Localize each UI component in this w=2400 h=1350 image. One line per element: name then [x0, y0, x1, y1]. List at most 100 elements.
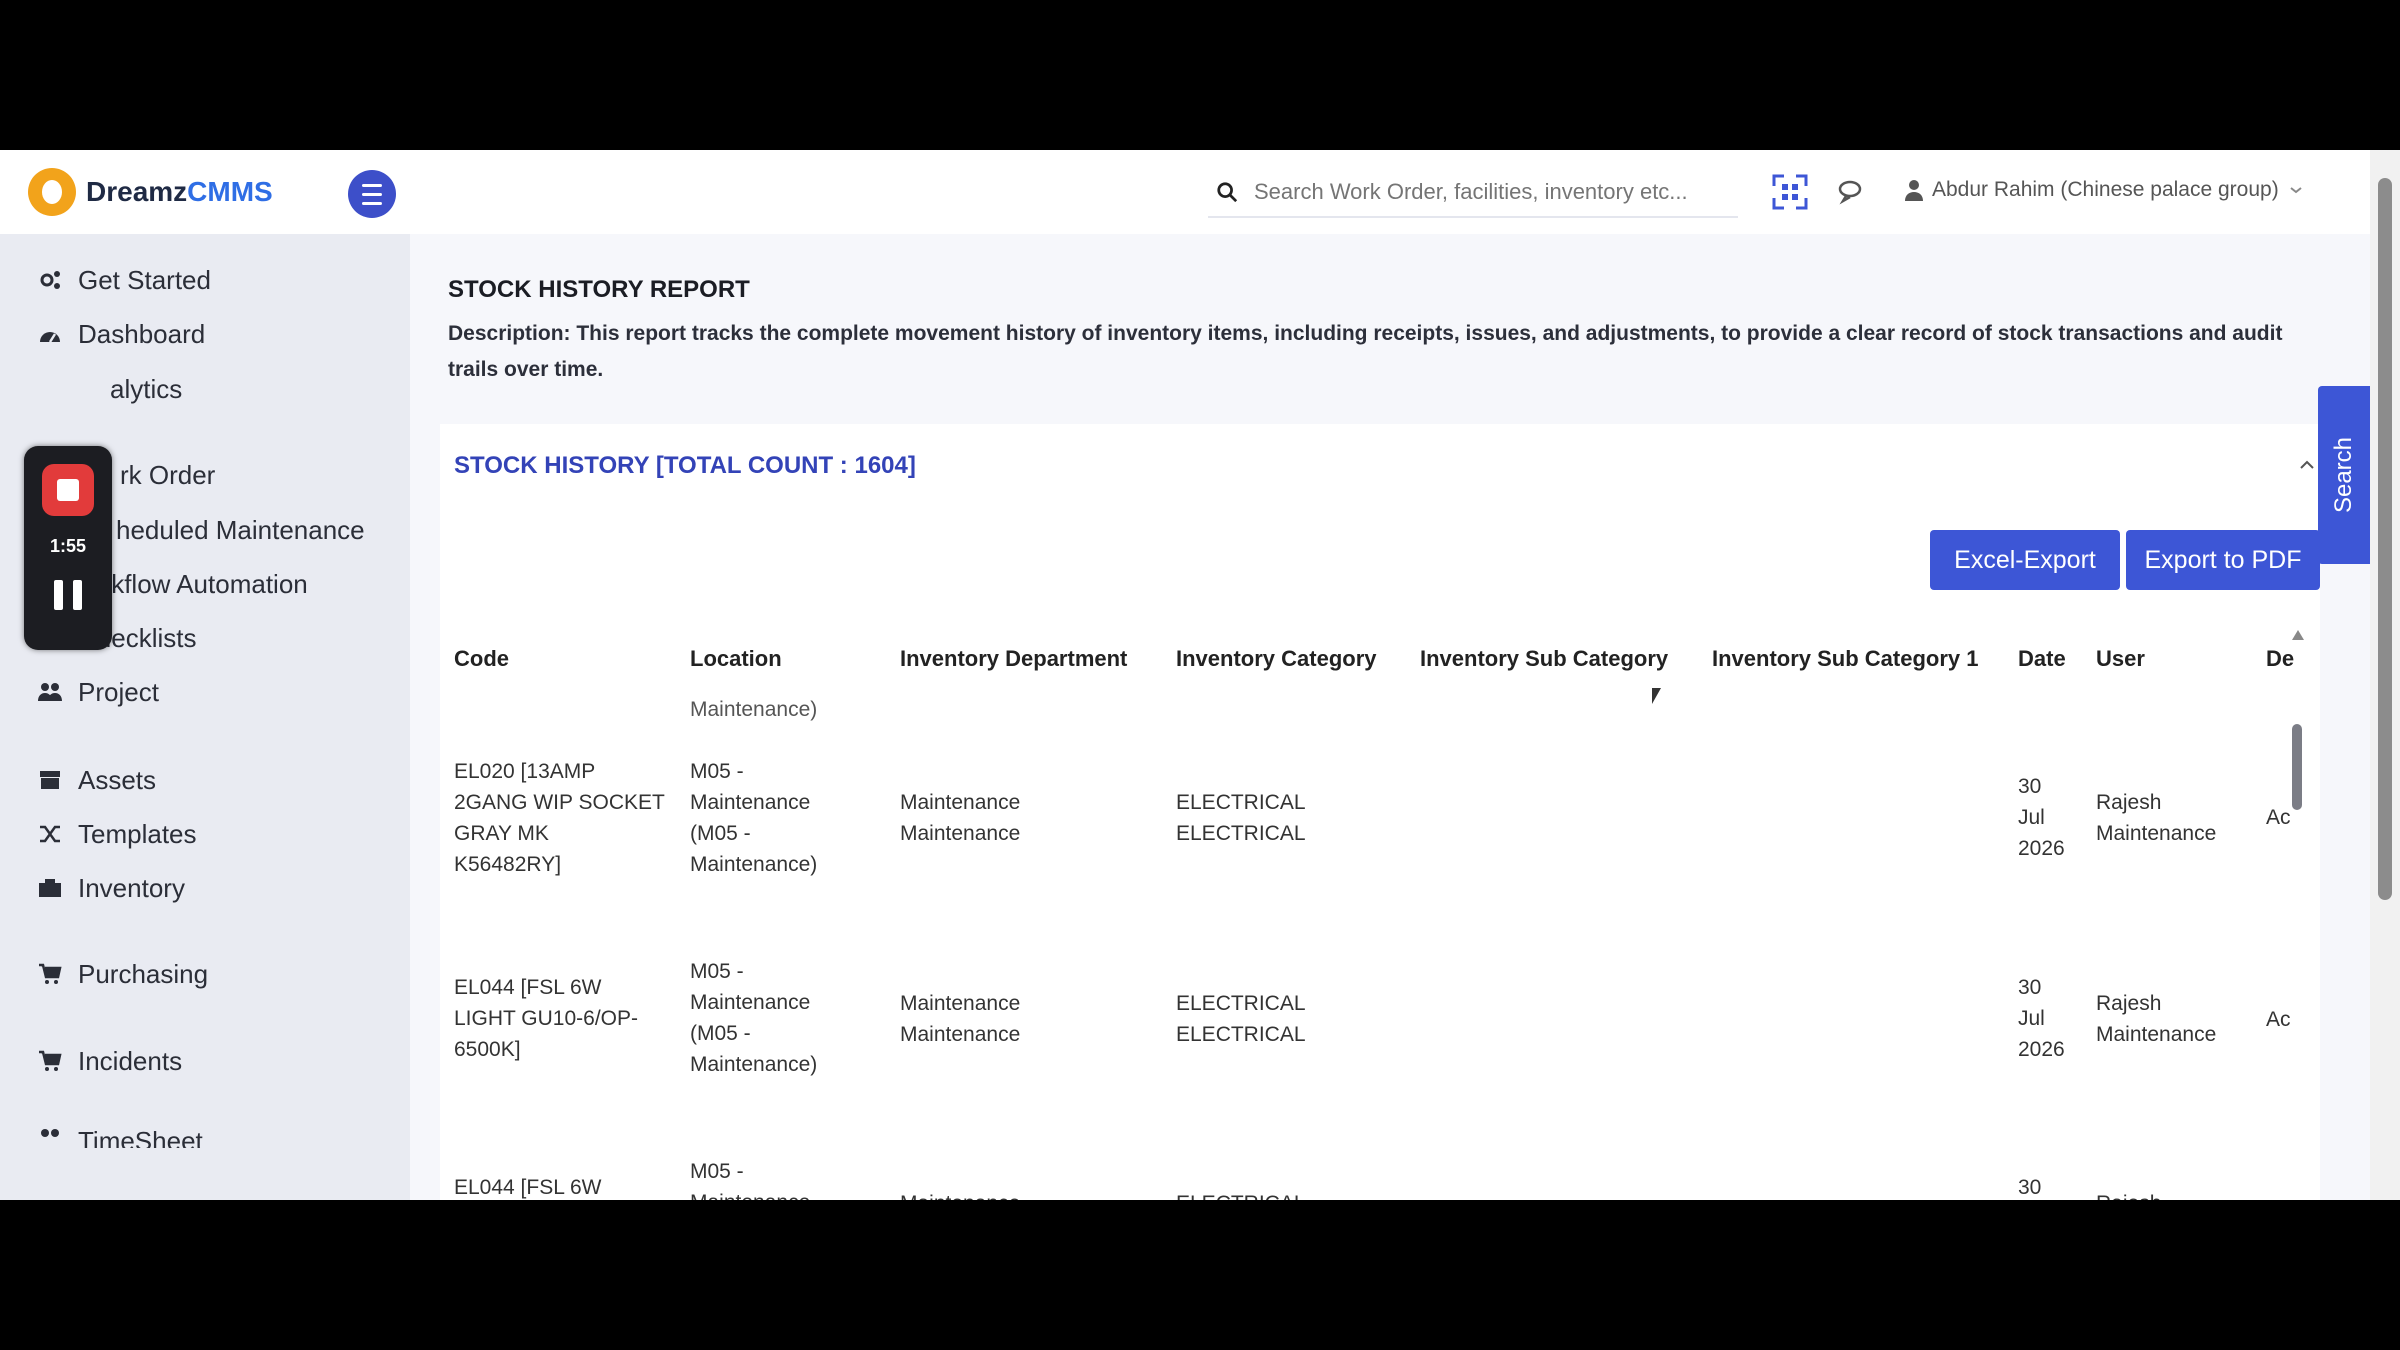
- search-input[interactable]: [1252, 178, 1726, 206]
- sidebar-item-label: alytics: [110, 373, 183, 404]
- sidebar-item-label: Purchasing: [78, 958, 209, 989]
- sidebar-item-label: heduled Maintenance: [116, 514, 365, 545]
- sidebar-item-inventory[interactable]: Inventory: [38, 868, 185, 908]
- table-cell-location: M05 - Maintenance (M05 - Maintenance): [690, 960, 818, 1076]
- sidebar-item-assets[interactable]: Assets: [38, 760, 156, 800]
- recording-timer: 1:55: [49, 536, 87, 556]
- export-pdf-button[interactable]: Export to PDF: [2126, 530, 2320, 590]
- user-icon: [1905, 180, 1923, 201]
- project-icon: [38, 680, 62, 704]
- brand-name: DreamzCMMS: [86, 176, 273, 208]
- chat-icon: [1838, 180, 1862, 205]
- user-menu[interactable]: Abdur Rahim (Chinese palace group): [1904, 178, 2303, 202]
- sidebar-item-work-order[interactable]: rk Order: [120, 455, 215, 495]
- table-cell-category: ELECTRICAL ELECTRICAL: [1176, 791, 1306, 845]
- pause-recording-button[interactable]: [54, 580, 82, 610]
- column-header-inventory-sub-category-1[interactable]: Inventory Sub Category 1: [1712, 646, 1979, 672]
- logo[interactable]: DreamzCMMS: [28, 166, 273, 218]
- screen-recorder-widget: 1:55: [24, 446, 112, 650]
- sidebar-item-project[interactable]: Project: [38, 672, 159, 712]
- column-header-inventory-sub-category[interactable]: Inventory Sub Category: [1420, 646, 1668, 672]
- excel-export-button[interactable]: Excel-Export: [1930, 530, 2120, 590]
- logo-icon: [28, 168, 76, 216]
- chevron-up-icon[interactable]: [2298, 456, 2316, 474]
- table-cell-category: ELECTRICAL ELECTRICAL: [1176, 992, 1306, 1046]
- table-cell-location: M05 - Maintenance: [690, 1160, 810, 1200]
- table-cell-department: Maintenance Maintenance: [900, 992, 1021, 1046]
- column-header-code[interactable]: Code: [454, 646, 509, 672]
- templates-icon: [38, 822, 62, 846]
- chevron-down-icon: [2290, 187, 2302, 194]
- sidebar-item-label: Dashboard: [78, 318, 206, 349]
- table-scrollbar-thumb[interactable]: [2292, 724, 2302, 810]
- cart-icon: [38, 962, 62, 986]
- sidebar-item-label: Project: [78, 676, 159, 707]
- mouse-cursor-icon: [1652, 688, 1661, 704]
- sidebar-item-scheduled-maintenance[interactable]: heduled Maintenance: [116, 510, 365, 550]
- sidebar-item-dashboard[interactable]: Dashboard: [38, 314, 205, 354]
- scan-button[interactable]: [1772, 174, 1808, 210]
- sidebar-item-incidents[interactable]: Incidents: [38, 1041, 182, 1081]
- table-cell-user: Rajesh: [2096, 1188, 2161, 1200]
- sidebar-item-label: rk Order: [120, 459, 216, 490]
- table-cell-date: 30 Jul 2026: [2018, 775, 2065, 860]
- table-cell-code: EL020 [13AMP 2GANG WIP SOCKET GRAY MK K5…: [454, 760, 665, 876]
- stock-history-table: Code Location Inventory Department Inven…: [454, 624, 2302, 1200]
- sidebar-item-label: Assets: [78, 764, 157, 795]
- sidebar-item-analytics[interactable]: alytics: [110, 369, 182, 409]
- sidebar-item-templates[interactable]: Templates: [38, 814, 197, 854]
- user-name: Abdur Rahim (Chinese palace group): [1932, 178, 2279, 201]
- sidebar-item-label: TimeSheet: [78, 1126, 203, 1148]
- table-cell-date: 30 Jul: [2018, 1176, 2042, 1199]
- report-description: Description: This report tracks the comp…: [448, 322, 2283, 381]
- page-scrollbar-thumb[interactable]: [2378, 178, 2392, 900]
- stock-history-panel: STOCK HISTORY [TOTAL COUNT : 1604] Excel…: [440, 424, 2320, 1200]
- page-scrollbar[interactable]: [2370, 150, 2400, 1200]
- sidebar-item-timesheet[interactable]: TimeSheet: [38, 1126, 203, 1148]
- search-icon: [1217, 182, 1238, 203]
- brand-name-part1: Dreamz: [86, 176, 188, 207]
- table-cell-code: EL044 [FSL 6W LIGHT GU10-6/OP- 6500K]: [454, 976, 638, 1061]
- pause-icon: [54, 580, 63, 610]
- chat-button[interactable]: [1834, 174, 1870, 210]
- sidebar-item-purchasing[interactable]: Purchasing: [38, 954, 208, 994]
- table-cell-category: ELECTRICAL: [1176, 1188, 1306, 1200]
- cart-icon: [38, 1049, 62, 1073]
- dashboard-icon: [38, 322, 62, 346]
- column-header-user[interactable]: User: [2096, 646, 2145, 672]
- sidebar-item-get-started[interactable]: Get Started: [38, 260, 211, 300]
- panel-title: STOCK HISTORY [TOTAL COUNT : 1604]: [454, 452, 916, 479]
- menu-toggle-button[interactable]: [348, 170, 396, 218]
- brand-name-part2: CMMS: [187, 176, 273, 207]
- scroll-up-icon[interactable]: [2292, 630, 2304, 640]
- search-tab-label: Search: [2330, 436, 2358, 514]
- column-header-inventory-category[interactable]: Inventory Category: [1176, 646, 1377, 672]
- assets-icon: [38, 768, 62, 792]
- inventory-icon: [38, 876, 62, 900]
- search-panel-tab[interactable]: Search: [2318, 386, 2370, 564]
- qr-scan-icon: [1772, 174, 1808, 210]
- table-scrollbar[interactable]: [2288, 624, 2306, 1200]
- table-cell-user: Rajesh Maintenance: [2096, 791, 2217, 845]
- timesheet-icon: [38, 1126, 62, 1148]
- table-cell-department: Maintenance: [900, 1188, 1020, 1200]
- table-cell-department: Maintenance Maintenance: [900, 791, 1021, 845]
- gears-icon: [38, 268, 62, 292]
- sidebar: Get Started Dashboard alytics rk Order h…: [0, 234, 410, 1200]
- table-cell-description: Ac: [2266, 1008, 2291, 1031]
- column-header-location[interactable]: Location: [690, 646, 782, 672]
- sidebar-item-label: Get Started: [78, 264, 211, 295]
- sidebar-item-label: Incidents: [78, 1045, 183, 1076]
- page-title: STOCK HISTORY REPORT: [448, 276, 750, 303]
- stop-recording-button[interactable]: [42, 464, 94, 516]
- stop-icon: [57, 479, 79, 501]
- app-window: DreamzCMMS Abdur Rahim (Chinese palace g…: [0, 150, 2400, 1200]
- table-cell-user: Rajesh Maintenance: [2096, 992, 2217, 1046]
- table-cell-date: 30 Jul 2026: [2018, 976, 2065, 1061]
- top-header: DreamzCMMS Abdur Rahim (Chinese palace g…: [0, 150, 2370, 234]
- table-cell-code: EL044 [FSL 6W LIGHT GU10-6/OP-: [454, 1176, 602, 1199]
- column-header-inventory-department[interactable]: Inventory Department: [900, 646, 1127, 672]
- table-cell-location: M05 - Maintenance (M05 - Maintenance): [690, 760, 818, 876]
- column-header-date[interactable]: Date: [2018, 646, 2066, 672]
- table-cell-description: Ac: [2266, 806, 2291, 829]
